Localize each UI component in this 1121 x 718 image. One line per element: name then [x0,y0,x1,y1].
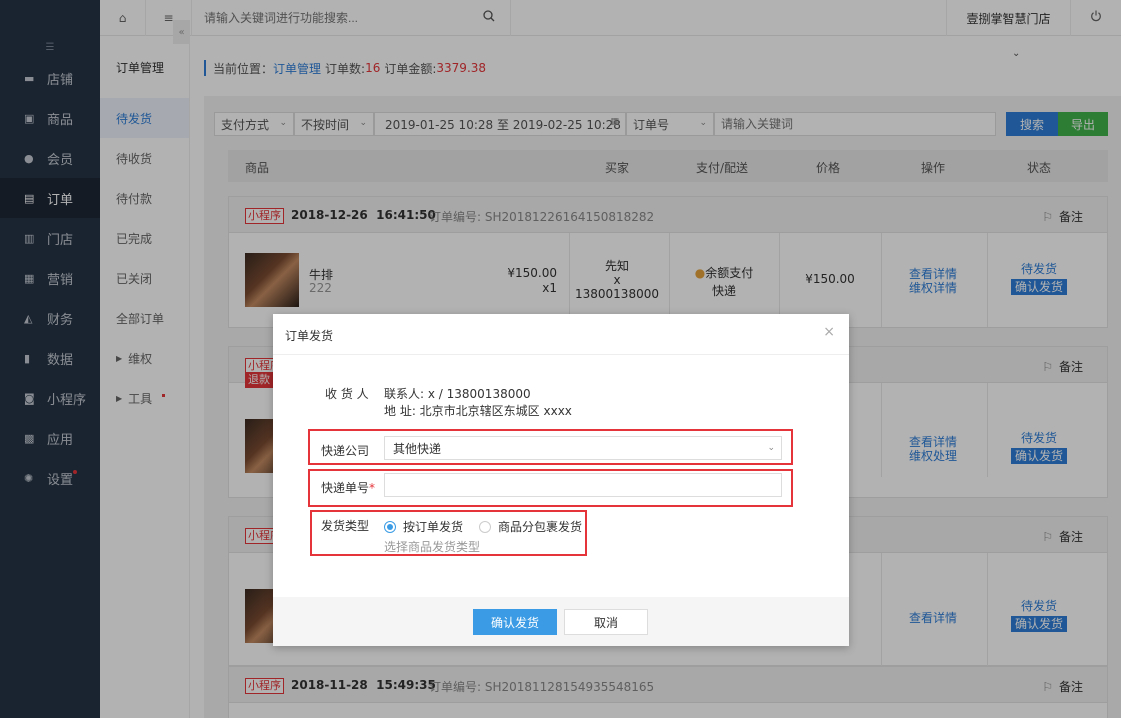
confirm-ship-button[interactable]: 确认发货 [473,609,557,635]
express-company-label: 快递公司 [321,444,370,458]
dialog-header: 订单发货 × [273,314,849,355]
ship-type-hint: 选择商品发货类型 [384,540,481,554]
express-company-select[interactable]: 其他快递 ⌄ [384,436,782,460]
receiver-address: 地 址: 北京市北京辖区东城区 xxxx [384,404,572,418]
required-mark: * [369,481,376,495]
express-company-value: 其他快递 [393,441,442,456]
radio-ship-by-order[interactable]: 按订单发货 [384,518,463,535]
tracking-number-label: 快递单号* [321,481,376,495]
dialog-footer: 确认发货 取消 [273,597,849,646]
cancel-button[interactable]: 取消 [564,609,648,635]
radio-ship-by-package[interactable]: 商品分包裹发货 [479,518,582,535]
receiver-contact: 联系人: x / 13800138000 [384,387,531,401]
receiver-label: 收 货 人 [325,387,369,401]
ship-order-dialog: 订单发货 × 收 货 人 联系人: x / 13800138000 地 址: 北… [273,314,849,646]
dialog-title: 订单发货 [285,329,334,343]
tracking-number-input[interactable] [384,473,782,497]
close-icon[interactable]: × [823,324,835,340]
ship-type-label: 发货类型 [321,519,370,533]
chevron-down-icon: ⌄ [767,443,775,453]
